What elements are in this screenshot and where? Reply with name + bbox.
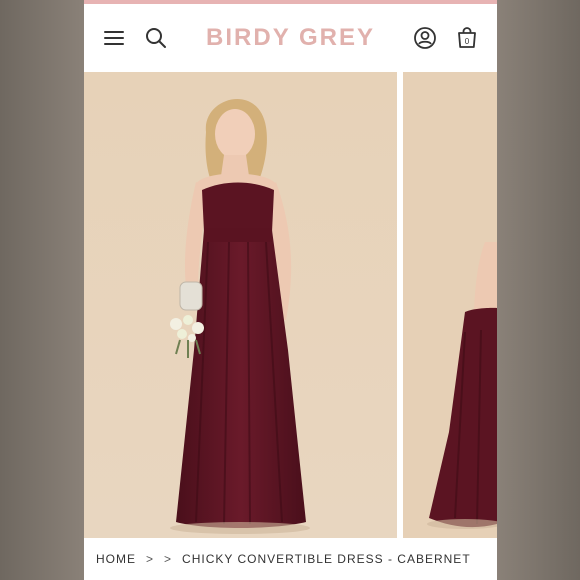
product-image-main[interactable] <box>84 72 397 538</box>
site-header: BIRDY GREY 0 <box>84 4 497 72</box>
background-right <box>497 0 580 580</box>
background-left <box>0 0 84 580</box>
account-icon[interactable] <box>413 26 437 50</box>
brand-logo[interactable]: BIRDY GREY <box>206 24 375 52</box>
breadcrumb-separator-2: > <box>164 552 173 566</box>
search-icon[interactable] <box>144 26 168 50</box>
cart-count: 0 <box>465 37 470 46</box>
breadcrumb-current: CHICKY CONVERTIBLE DRESS - CABERNET <box>182 552 471 566</box>
product-gallery[interactable] <box>84 72 497 538</box>
header-right: 0 <box>399 26 479 50</box>
product-image-next[interactable] <box>403 72 497 538</box>
phone-screen: BIRDY GREY 0 HOME > > CHICKY CONVERTIBLE… <box>84 0 497 580</box>
header-left <box>102 26 182 50</box>
breadcrumb: HOME > > CHICKY CONVERTIBLE DRESS - CABE… <box>84 538 497 580</box>
shopping-bag-icon[interactable]: 0 <box>455 26 479 50</box>
breadcrumb-home-link[interactable]: HOME <box>96 552 136 566</box>
menu-icon[interactable] <box>102 26 126 50</box>
breadcrumb-separator: > <box>146 552 155 566</box>
